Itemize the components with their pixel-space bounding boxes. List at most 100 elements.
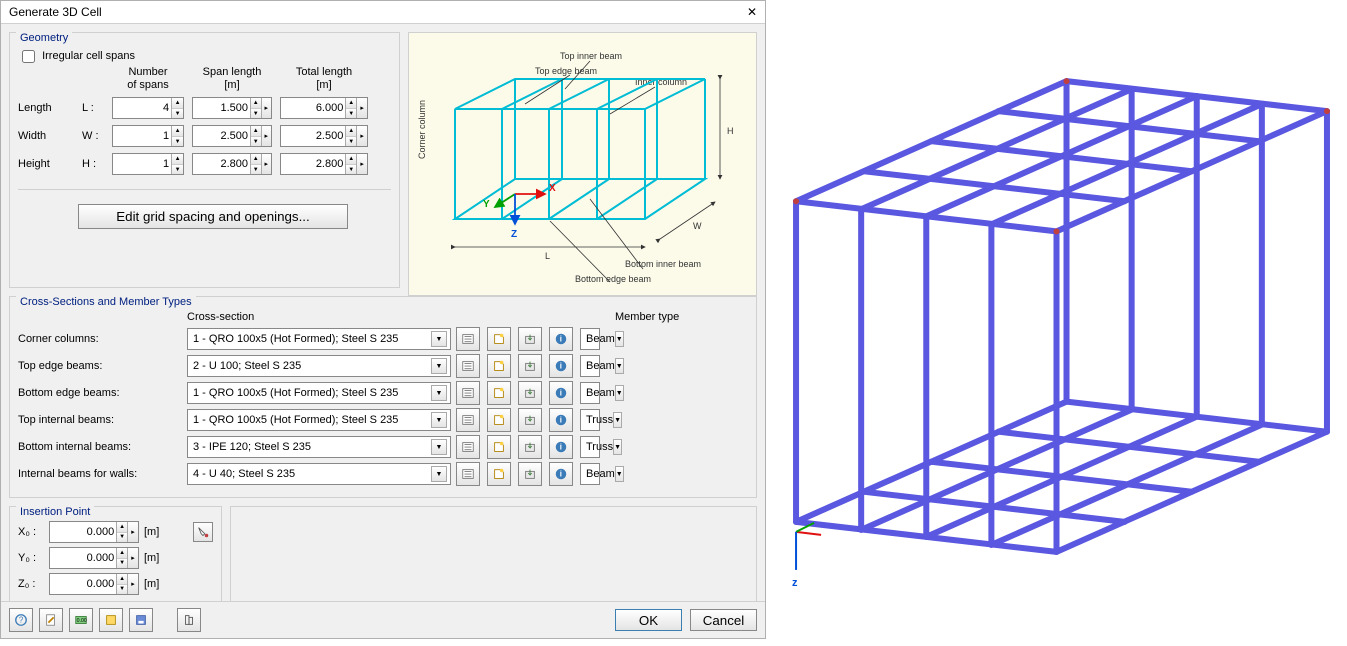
irregular-spans-input[interactable] [22, 50, 35, 63]
model-icon[interactable] [177, 608, 201, 632]
info-icon[interactable]: i [549, 462, 573, 486]
mt-select-4[interactable]: Truss▼ [580, 436, 600, 458]
new-icon[interactable] [487, 408, 511, 432]
info-icon[interactable]: i [549, 381, 573, 405]
hdr-total-length: Total length [m] [280, 66, 368, 91]
cs-select-3[interactable]: 1 - QRO 100x5 (Hot Formed); Steel S 235▼ [187, 409, 451, 431]
lbl-top-edge: Top edge beam [535, 66, 597, 76]
library-icon[interactable] [456, 381, 480, 405]
dialog-bottom-bar: ? 0.00 OK Cancel [1, 601, 765, 638]
spanlen-input-1[interactable]: ▲▼▸ [192, 125, 272, 147]
mt-select-3[interactable]: Truss▼ [580, 409, 600, 431]
ins-input-1[interactable]: ▲▼▸ [49, 547, 139, 569]
spans-input-2[interactable]: ▲▼ [112, 153, 184, 175]
library-icon[interactable] [456, 327, 480, 351]
save-icon[interactable] [129, 608, 153, 632]
ins-unit: [m] [144, 552, 159, 564]
help-icon[interactable]: ? [9, 608, 33, 632]
total-input-0[interactable]: ▲▼▸ [280, 97, 368, 119]
cs-select-0[interactable]: 1 - QRO 100x5 (Hot Formed); Steel S 235▼ [187, 328, 451, 350]
ins-input-2[interactable]: ▲▼▸ [49, 573, 139, 595]
irregular-spans-checkbox[interactable]: Irregular cell spans [18, 50, 135, 62]
mt-select-1[interactable]: Beam▼ [580, 355, 600, 377]
close-icon[interactable]: ✕ [747, 5, 757, 19]
cs-select-4[interactable]: 3 - IPE 120; Steel S 235▼ [187, 436, 451, 458]
cs-select-2[interactable]: 1 - QRO 100x5 (Hot Formed); Steel S 235▼ [187, 382, 451, 404]
mt-select-0[interactable]: Beam▼ [580, 328, 600, 350]
spans-input-0[interactable]: ▲▼ [112, 97, 184, 119]
cs-label: Bottom internal beams: [18, 441, 182, 453]
units-icon[interactable]: 0.00 [69, 608, 93, 632]
edit-grid-button[interactable]: Edit grid spacing and openings... [78, 204, 348, 229]
hdr-num-spans: Number of spans [112, 66, 184, 91]
info-icon[interactable]: i [549, 327, 573, 351]
mt-select-2[interactable]: Beam▼ [580, 382, 600, 404]
import-icon[interactable] [518, 327, 542, 351]
pick-point-icon[interactable] [193, 522, 213, 542]
geom-label: Length [18, 102, 74, 114]
info-icon[interactable]: i [549, 354, 573, 378]
spanlen-input-0[interactable]: ▲▼▸ [192, 97, 272, 119]
library-icon[interactable] [456, 354, 480, 378]
svg-text:Y: Y [483, 199, 490, 210]
cs-label: Internal beams for walls: [18, 468, 182, 480]
geom-sym: W : [82, 130, 104, 142]
geom-sym: H : [82, 158, 104, 170]
geometry-title: Geometry [16, 32, 72, 44]
svg-text:i: i [560, 443, 562, 452]
cancel-button[interactable]: Cancel [690, 609, 757, 631]
svg-text:X: X [549, 183, 556, 194]
new-icon[interactable] [487, 354, 511, 378]
svg-text:i: i [560, 389, 562, 398]
ins-label: Y₀ : [18, 552, 44, 564]
spanlen-input-2[interactable]: ▲▼▸ [192, 153, 272, 175]
cross-sections-group: Cross-Sections and Member Types Cross-se… [9, 296, 757, 498]
edit-icon[interactable] [39, 608, 63, 632]
geom-label: Width [18, 130, 74, 142]
insertion-point-group: Insertion Point X₀ :▲▼▸[m]Y₀ :▲▼▸[m]Z₀ :… [9, 506, 222, 601]
library-icon[interactable] [456, 408, 480, 432]
info-icon[interactable]: i [549, 435, 573, 459]
new-icon[interactable] [487, 435, 511, 459]
import-icon[interactable] [518, 462, 542, 486]
geom-label: Height [18, 158, 74, 170]
svg-text:H: H [727, 126, 734, 136]
cs-label: Corner columns: [18, 333, 182, 345]
import-icon[interactable] [518, 381, 542, 405]
ok-button[interactable]: OK [615, 609, 682, 631]
library-icon[interactable] [456, 435, 480, 459]
info-icon[interactable]: i [549, 408, 573, 432]
ins-input-0[interactable]: ▲▼▸ [49, 521, 139, 543]
svg-text:i: i [560, 362, 562, 371]
window-title: Generate 3D Cell [9, 5, 102, 19]
new-icon[interactable] [487, 381, 511, 405]
cs-select-5[interactable]: 4 - U 40; Steel S 235▼ [187, 463, 451, 485]
titlebar: Generate 3D Cell ✕ [1, 1, 765, 24]
library-icon[interactable] [456, 462, 480, 486]
import-icon[interactable] [518, 435, 542, 459]
cs-label: Bottom edge beams: [18, 387, 182, 399]
new-icon[interactable] [487, 327, 511, 351]
ins-unit: [m] [144, 578, 159, 590]
3d-viewer[interactable]: z [766, 0, 1347, 643]
mt-select-5[interactable]: Beam▼ [580, 463, 600, 485]
hdr-span-length: Span length [m] [192, 66, 272, 91]
lbl-top-inner: Top inner beam [560, 51, 622, 61]
svg-text:W: W [693, 221, 702, 231]
lbl-corner-col: Corner column [417, 100, 427, 159]
ins-label: X₀ : [18, 526, 44, 538]
svg-text:?: ? [19, 616, 24, 625]
hdr-member-type: Member type [615, 311, 730, 323]
total-input-2[interactable]: ▲▼▸ [280, 153, 368, 175]
dialog-generate-3d-cell: Generate 3D Cell ✕ Geometry Irregular ce… [0, 0, 766, 639]
cs-select-1[interactable]: 2 - U 100; Steel S 235▼ [187, 355, 451, 377]
new-icon[interactable] [487, 462, 511, 486]
preview-placeholder [230, 506, 757, 601]
cs-title: Cross-Sections and Member Types [16, 296, 196, 308]
defaults-icon[interactable] [99, 608, 123, 632]
import-icon[interactable] [518, 354, 542, 378]
cs-label: Top edge beams: [18, 360, 182, 372]
total-input-1[interactable]: ▲▼▸ [280, 125, 368, 147]
import-icon[interactable] [518, 408, 542, 432]
spans-input-1[interactable]: ▲▼ [112, 125, 184, 147]
